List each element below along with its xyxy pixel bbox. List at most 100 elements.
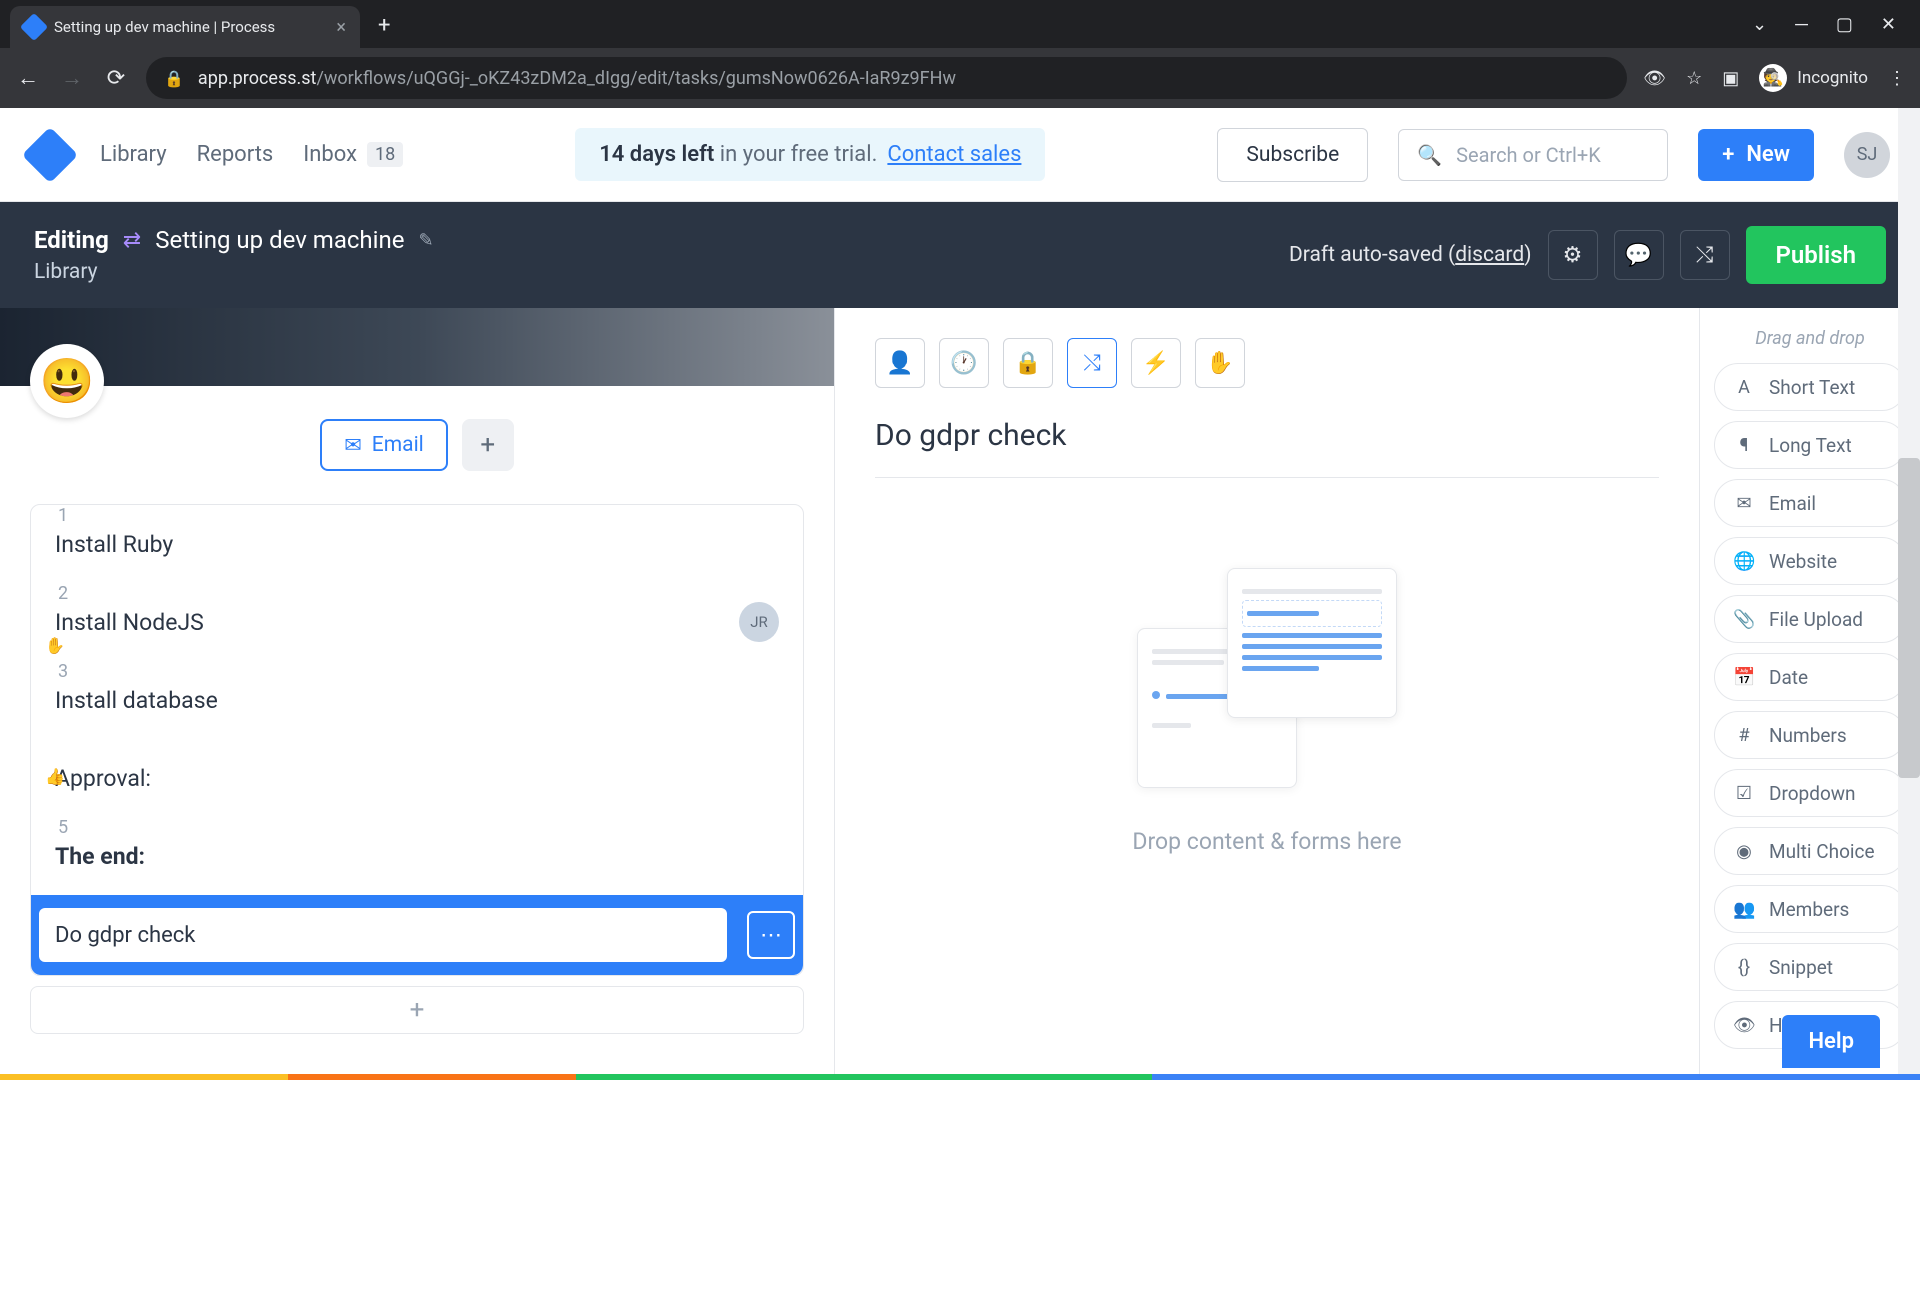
globe-icon: 🌐: [1733, 551, 1755, 572]
workflow-title: Setting up dev machine: [155, 226, 404, 254]
search-input[interactable]: 🔍 Search or Ctrl+K: [1398, 129, 1668, 181]
incognito-badge[interactable]: 🕵 Incognito: [1759, 64, 1868, 92]
shuffle-icon: ⤭: [1083, 351, 1101, 376]
task-title: Install Ruby: [55, 531, 779, 558]
browser-chrome: Setting up dev machine | Process × + ⌄ ─…: [0, 0, 1920, 108]
panel-icon[interactable]: ▣: [1722, 68, 1739, 89]
field-short-text[interactable]: AShort Text: [1714, 363, 1906, 411]
pencil-icon[interactable]: ✎: [418, 230, 433, 251]
settings-button[interactable]: ⚙: [1548, 230, 1598, 280]
main-area: 😃 ✉ Email + 1 Install Ruby 2✋ Install No…: [0, 308, 1920, 1080]
subscribe-button[interactable]: Subscribe: [1217, 128, 1368, 182]
field-snippet[interactable]: {}Snippet: [1714, 943, 1906, 991]
field-members[interactable]: 👥Members: [1714, 885, 1906, 933]
task-number: 5: [43, 817, 83, 838]
add-tool-button[interactable]: +: [462, 419, 514, 471]
email-task-button[interactable]: ✉ Email: [320, 419, 448, 471]
tab-dropdown-icon[interactable]: ⌄: [1752, 14, 1767, 35]
task-heading[interactable]: Do gdpr check: [875, 418, 1659, 478]
task-more-button[interactable]: ⋯: [747, 911, 795, 959]
list-tools: ✉ Email +: [0, 386, 834, 504]
nav-inbox[interactable]: Inbox 18: [303, 142, 403, 167]
back-button[interactable]: ←: [14, 65, 42, 91]
help-button[interactable]: Help: [1782, 1015, 1880, 1068]
maximize-icon[interactable]: ▢: [1836, 14, 1853, 35]
field-date[interactable]: 📅Date: [1714, 653, 1906, 701]
new-button[interactable]: + New: [1698, 129, 1814, 181]
task-list: 1 Install Ruby 2✋ Install NodeJSJR 3 Ins…: [0, 504, 834, 1080]
task-title: Install database: [55, 687, 779, 714]
conditional-logic-button[interactable]: ⤭: [1067, 338, 1117, 388]
drag-drop-label: Drag and drop: [1700, 328, 1920, 349]
trial-banner: 14 days left in your free trial. Contact…: [575, 128, 1045, 181]
address-bar-right: 👁 ☆ ▣ 🕵 Incognito ⋮: [1643, 64, 1906, 92]
field-dropdown[interactable]: ☑Dropdown: [1714, 769, 1906, 817]
automations-button[interactable]: ⚡: [1131, 338, 1181, 388]
tab-title: Setting up dev machine | Process: [54, 18, 326, 36]
task-title: Approval:: [55, 765, 779, 792]
field-numbers[interactable]: #Numbers: [1714, 711, 1906, 759]
user-icon: 👤: [886, 351, 913, 376]
reload-button[interactable]: ⟳: [102, 66, 130, 91]
avatar[interactable]: SJ: [1844, 132, 1890, 178]
close-icon[interactable]: ×: [336, 17, 346, 38]
chat-icon: 💬: [1625, 243, 1652, 268]
nav-library[interactable]: Library: [100, 142, 167, 167]
trial-rest: in your free trial.: [714, 142, 877, 167]
task-number: 2: [43, 583, 83, 604]
emoji-badge[interactable]: 😃: [30, 344, 104, 418]
assign-button[interactable]: 👤: [875, 338, 925, 388]
task-row[interactable]: Install NodeJSJR: [31, 583, 803, 661]
task-row[interactable]: Install Ruby: [31, 505, 803, 583]
field-file-upload[interactable]: 📎File Upload: [1714, 595, 1906, 643]
logo-icon[interactable]: [22, 126, 79, 183]
eye-off-icon[interactable]: 👁: [1643, 68, 1666, 89]
due-date-button[interactable]: 🕐: [939, 338, 989, 388]
cover-image[interactable]: 😃: [0, 308, 834, 386]
task-number: 1: [43, 505, 83, 526]
paperclip-icon: 📎: [1733, 609, 1755, 630]
breadcrumb[interactable]: Library: [34, 260, 434, 284]
field-website[interactable]: 🌐Website: [1714, 537, 1906, 585]
stop-task-button[interactable]: ✋: [1195, 338, 1245, 388]
assignee-avatar[interactable]: JR: [739, 602, 779, 642]
gear-icon: ⚙: [1563, 243, 1583, 268]
new-tab-button[interactable]: +: [378, 13, 390, 38]
url-path: /workflows/uQGGj-_oKZ43zDM2a_dIgg/edit/t…: [316, 68, 956, 89]
kebab-menu-icon[interactable]: ⋮: [1888, 68, 1906, 89]
nav-inbox-label: Inbox: [303, 142, 357, 167]
nav-reports[interactable]: Reports: [197, 142, 274, 167]
publish-button[interactable]: Publish: [1746, 226, 1887, 284]
browser-tab[interactable]: Setting up dev machine | Process ×: [10, 6, 360, 48]
clock-icon: 🕐: [950, 351, 977, 376]
app-header: Library Reports Inbox 18 14 days left in…: [0, 108, 1920, 202]
fields-panel: Drag and drop AShort Text ¶Long Text ✉Em…: [1700, 308, 1920, 1080]
field-email[interactable]: ✉Email: [1714, 479, 1906, 527]
task-row[interactable]: Approval:: [31, 739, 803, 817]
discard-link[interactable]: discard: [1455, 243, 1524, 267]
scrollbar[interactable]: [1898, 108, 1920, 1080]
bookmark-icon[interactable]: ☆: [1686, 68, 1702, 89]
field-multi-choice[interactable]: ◉Multi Choice: [1714, 827, 1906, 875]
add-task-button[interactable]: +: [30, 986, 804, 1034]
task-title-input[interactable]: [39, 908, 727, 962]
scrollbar-thumb[interactable]: [1898, 458, 1920, 778]
envelope-icon: ✉: [344, 433, 362, 458]
field-long-text[interactable]: ¶Long Text: [1714, 421, 1906, 469]
task-editor-column: 👤 🕐 🔒 ⤭ ⚡ ✋ Do gdpr check Drop: [834, 308, 1700, 1080]
task-row[interactable]: Install database: [31, 661, 803, 739]
workflow-icon: ⇄: [123, 228, 141, 253]
drop-zone[interactable]: Drop content & forms here: [875, 568, 1659, 855]
close-window-icon[interactable]: ✕: [1881, 14, 1896, 35]
comments-button[interactable]: 💬: [1614, 230, 1664, 280]
contact-sales-link[interactable]: Contact sales: [887, 142, 1021, 167]
url-input[interactable]: 🔒 app.process.st/workflows/uQGGj-_oKZ43z…: [146, 57, 1627, 99]
minimize-icon[interactable]: ─: [1795, 14, 1808, 35]
permissions-button[interactable]: 🔒: [1003, 338, 1053, 388]
conditional-button[interactable]: ⤭: [1680, 230, 1730, 280]
paragraph-icon: ¶: [1733, 435, 1755, 456]
task-card: 1 Install Ruby 2✋ Install NodeJSJR 3 Ins…: [30, 504, 804, 976]
tab-strip: Setting up dev machine | Process × + ⌄ ─…: [0, 0, 1920, 48]
task-row[interactable]: The end:: [31, 817, 803, 895]
task-row-selected[interactable]: ⋯: [31, 895, 803, 975]
